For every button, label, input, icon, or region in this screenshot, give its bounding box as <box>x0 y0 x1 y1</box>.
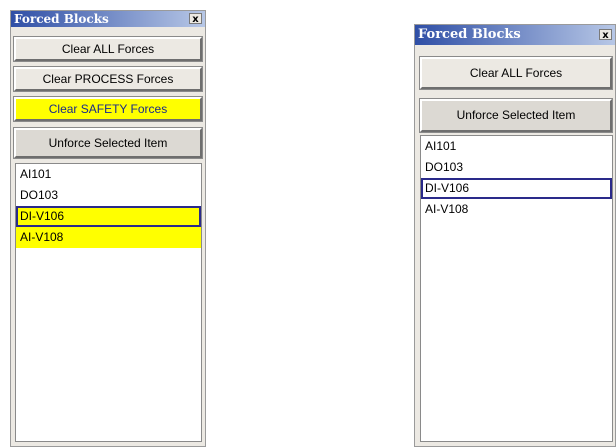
list-item-safety[interactable]: AI-V108 <box>16 227 201 248</box>
clear-all-forces-button[interactable]: Clear ALL Forces <box>13 36 203 62</box>
clear-process-forces-button[interactable]: Clear PROCESS Forces <box>13 66 203 92</box>
list-item-selected[interactable]: DI-V106 <box>421 178 612 199</box>
title-bar[interactable]: Forced Blocks x <box>415 25 615 45</box>
clear-process-forces-label: Clear PROCESS Forces <box>42 72 174 86</box>
list-item-selected[interactable]: DI-V106 <box>16 206 201 227</box>
list-item[interactable]: AI101 <box>16 164 201 185</box>
list-item[interactable]: AI-V108 <box>421 199 612 220</box>
close-icon[interactable]: x <box>189 13 202 25</box>
clear-all-forces-label: Clear ALL Forces <box>469 66 563 80</box>
unforce-selected-item-button[interactable]: Unforce Selected Item <box>13 127 203 159</box>
clear-safety-forces-button[interactable]: Clear SAFETY Forces <box>13 96 203 122</box>
close-icon[interactable]: x <box>599 29 612 41</box>
window-title: Forced Blocks <box>14 12 109 26</box>
forced-items-list[interactable]: AI101 DO103 DI-V106 AI-V108 <box>420 135 613 442</box>
title-bar[interactable]: Forced Blocks x <box>11 11 205 27</box>
clear-all-forces-label: Clear ALL Forces <box>61 42 155 56</box>
forced-blocks-panel-left: Forced Blocks x Clear ALL Forces Clear P… <box>10 10 206 447</box>
unforce-selected-item-label: Unforce Selected Item <box>456 108 576 122</box>
unforce-selected-item-label: Unforce Selected Item <box>48 136 168 150</box>
clear-all-forces-button[interactable]: Clear ALL Forces <box>419 56 613 90</box>
window-title: Forced Blocks <box>418 27 521 42</box>
clear-safety-forces-label: Clear SAFETY Forces <box>48 102 168 116</box>
list-item[interactable]: AI101 <box>421 136 612 157</box>
forced-items-list[interactable]: AI101 DO103 DI-V106 AI-V108 <box>15 163 202 442</box>
list-item[interactable]: DO103 <box>421 157 612 178</box>
forced-blocks-panel-right: Forced Blocks x Clear ALL Forces Unforce… <box>414 24 616 447</box>
list-item[interactable]: DO103 <box>16 185 201 206</box>
unforce-selected-item-button[interactable]: Unforce Selected Item <box>419 98 613 133</box>
